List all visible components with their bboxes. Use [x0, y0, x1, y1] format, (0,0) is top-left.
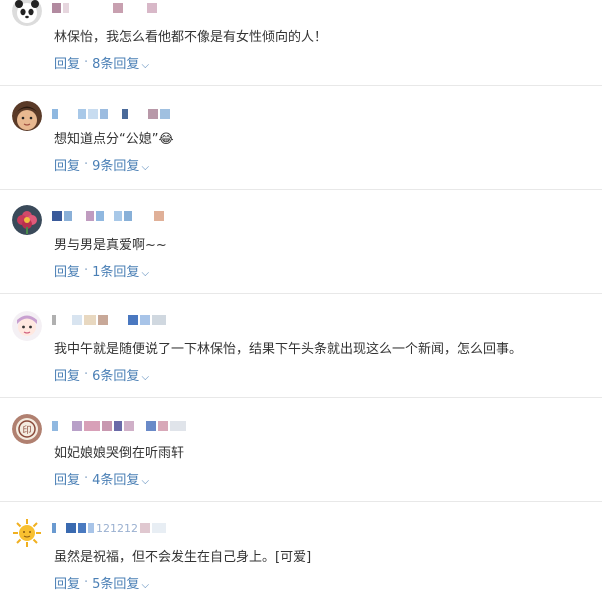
- comment-text: 如妃娘娘哭倒在听雨轩: [54, 446, 185, 461]
- comment-item: 林保怡，我怎么看他都不像是有女性倾向的人！ 回复 · 8条回复 ⌵: [0, 0, 602, 86]
- chevron-down-icon: ⌵: [141, 580, 150, 591]
- chevron-down-icon: ⌵: [141, 162, 150, 173]
- separator-dot: ·: [84, 55, 89, 70]
- separator-dot: ·: [84, 575, 89, 590]
- comment-item: 想知道点分“公媳”😂 回复 · 9条回复 ⌵: [0, 86, 602, 190]
- reply-button[interactable]: 回复: [54, 573, 80, 592]
- reply-button[interactable]: 回复: [54, 365, 80, 384]
- username-partial-text: 121212: [96, 521, 138, 535]
- view-replies-button[interactable]: 9条回复 ⌵: [92, 155, 149, 174]
- view-replies-button[interactable]: 8条回复 ⌵: [92, 53, 149, 72]
- username-obscured[interactable]: [52, 2, 157, 14]
- reply-button[interactable]: 回复: [54, 469, 80, 488]
- comment-item: 我中午就是随便说了一下林保怡，结果下午头条就出现这么一个新闻，怎么回事。 回复 …: [0, 294, 602, 398]
- comment-item: 121212 虽然是祝福，但不会发生在自己身上。[可爱] 回复 · 5条回复 ⌵: [0, 502, 602, 606]
- comment-actions: 回复 · 6条回复 ⌵: [54, 365, 149, 384]
- username-obscured[interactable]: 121212: [52, 521, 166, 535]
- comment-text: 男与男是真爱啊~~: [54, 238, 167, 253]
- replies-count: 8条回复: [92, 57, 140, 72]
- comment-actions: 回复 · 1条回复 ⌵: [54, 261, 149, 280]
- child-avatar-icon[interactable]: [12, 101, 42, 131]
- comment-text: 林保怡，我怎么看他都不像是有女性倾向的人！: [54, 30, 328, 45]
- view-replies-button[interactable]: 1条回复 ⌵: [92, 261, 149, 280]
- reply-button[interactable]: 回复: [54, 261, 80, 280]
- comment-item: 男与男是真爱啊~~ 回复 · 1条回复 ⌵: [0, 190, 602, 294]
- comment-text: 虽然是祝福，但不会发生在自己身上。[可爱]: [54, 550, 312, 565]
- replies-count: 4条回复: [92, 473, 140, 488]
- separator-dot: ·: [84, 367, 89, 382]
- replies-count: 9条回复: [92, 159, 140, 174]
- replies-count: 5条回复: [92, 577, 140, 592]
- username-obscured[interactable]: [52, 108, 170, 120]
- sun-avatar-icon[interactable]: [12, 518, 42, 548]
- comment-actions: 回复 · 9条回复 ⌵: [54, 155, 149, 174]
- username-obscured[interactable]: [52, 210, 164, 222]
- replies-count: 6条回复: [92, 369, 140, 384]
- cartoon-avatar-icon[interactable]: [12, 311, 42, 341]
- view-replies-button[interactable]: 6条回复 ⌵: [92, 365, 149, 384]
- comment-actions: 回复 · 5条回复 ⌵: [54, 573, 149, 592]
- comment-actions: 回复 · 4条回复 ⌵: [54, 469, 149, 488]
- comment-actions: 回复 · 8条回复 ⌵: [54, 53, 149, 72]
- separator-dot: ·: [84, 157, 89, 172]
- username-obscured[interactable]: [52, 314, 166, 326]
- replies-count: 1条回复: [92, 265, 140, 280]
- comment-text: 我中午就是随便说了一下林保怡，结果下午头条就出现这么一个新闻，怎么回事。: [54, 342, 523, 357]
- svg-text:印: 印: [22, 424, 31, 436]
- reply-button[interactable]: 回复: [54, 155, 80, 174]
- separator-dot: ·: [84, 263, 89, 278]
- view-replies-button[interactable]: 4条回复 ⌵: [92, 469, 149, 488]
- comment-item: 印 如妃娘娘哭倒在听雨轩 回复 · 4条回复 ⌵: [0, 398, 602, 502]
- panda-avatar-icon[interactable]: [12, 0, 42, 26]
- chevron-down-icon: ⌵: [141, 476, 150, 487]
- separator-dot: ·: [84, 471, 89, 486]
- reply-button[interactable]: 回复: [54, 53, 80, 72]
- flower-avatar-icon[interactable]: [12, 205, 42, 235]
- chevron-down-icon: ⌵: [141, 60, 150, 71]
- chevron-down-icon: ⌵: [141, 372, 150, 383]
- view-replies-button[interactable]: 5条回复 ⌵: [92, 573, 149, 592]
- chevron-down-icon: ⌵: [141, 268, 150, 279]
- username-obscured[interactable]: [52, 420, 186, 432]
- seal-avatar-icon[interactable]: 印: [12, 414, 42, 444]
- comment-text: 想知道点分“公媳”😂: [54, 132, 174, 147]
